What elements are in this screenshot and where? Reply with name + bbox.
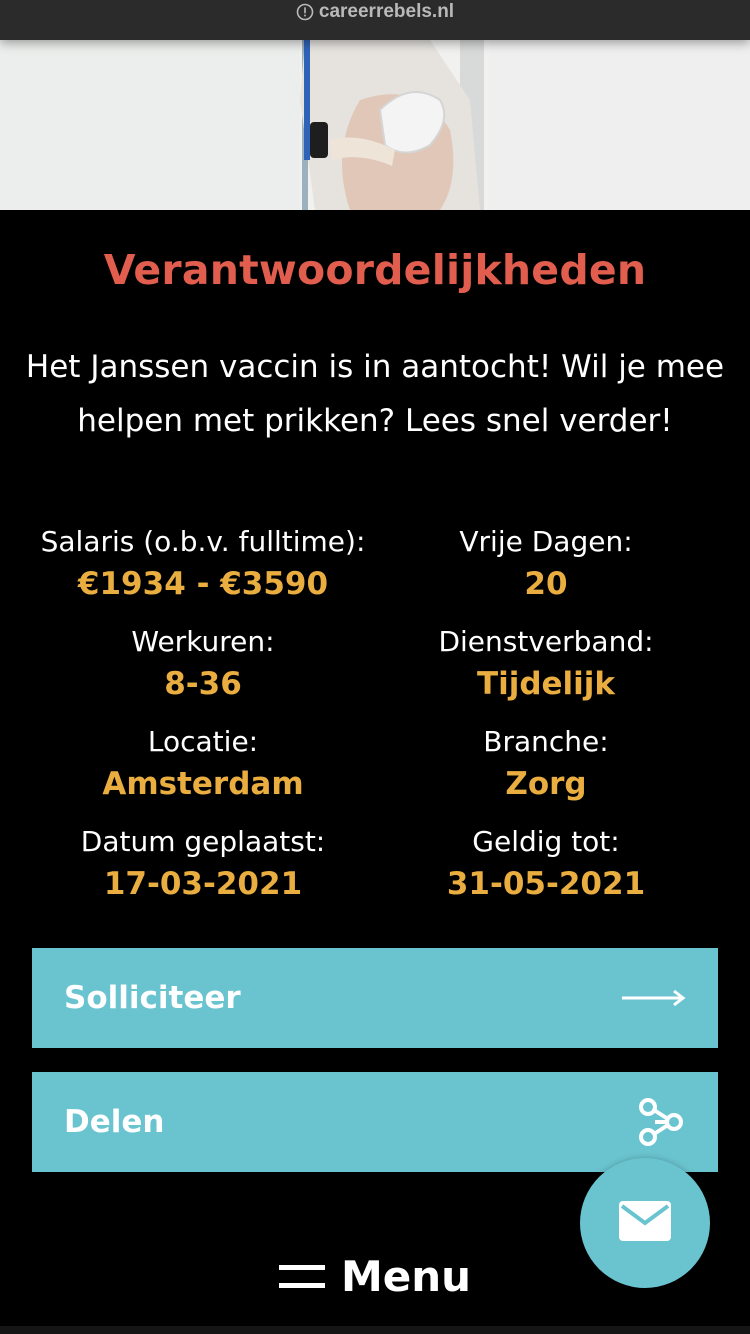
share-button[interactable]: Delen (32, 1072, 718, 1172)
fact-label: Branche: (483, 725, 609, 758)
share-button-label: Delen (64, 1104, 165, 1140)
fact-value: 17-03-2021 (103, 866, 303, 902)
fact-value: 8-36 (164, 666, 242, 702)
fact-value: Zorg (505, 766, 587, 802)
fact-sector: Branche: Zorg (361, 722, 731, 806)
fact-value: Amsterdam (102, 766, 304, 802)
browser-url-bar[interactable]: careerrebels.nl (0, 0, 750, 40)
fact-label: Datum geplaatst: (80, 825, 326, 858)
mail-icon (619, 1201, 671, 1245)
hero-image (0, 40, 750, 210)
fact-value: Tijdelijk (476, 666, 616, 702)
fact-value: 20 (524, 566, 568, 602)
fact-free-days: Vrije Dagen: 20 (361, 522, 731, 606)
fact-label: Salaris (o.b.v. fulltime): (40, 525, 366, 558)
arrow-right-icon (622, 988, 686, 1008)
menu-label: Menu (340, 1251, 472, 1301)
fact-employment-type: Dienstverband: Tijdelijk (361, 622, 731, 706)
apply-button[interactable]: Solliciteer (32, 948, 718, 1048)
bottom-divider (0, 1326, 750, 1334)
fact-label: Werkuren: (131, 625, 275, 658)
job-details-section: Verantwoordelijkheden Het Janssen vaccin… (0, 210, 750, 902)
apply-button-label: Solliciteer (64, 980, 241, 1016)
fact-date-posted: Datum geplaatst: 17-03-2021 (18, 822, 388, 906)
intro-text: Het Janssen vaccin is in aantocht! Wil j… (25, 349, 725, 439)
url-text: careerrebels.nl (318, 1, 455, 22)
share-nodes-icon (636, 1097, 686, 1147)
contact-mail-button[interactable] (580, 1158, 710, 1288)
fact-label: Dienstverband: (438, 625, 654, 658)
fact-label: Locatie: (147, 725, 259, 758)
fact-location: Locatie: Amsterdam (18, 722, 388, 806)
section-title: Verantwoordelijkheden (103, 246, 647, 294)
fact-valid-until: Geldig tot: 31-05-2021 (361, 822, 731, 906)
hamburger-icon (278, 1252, 325, 1301)
fact-value: 31-05-2021 (446, 866, 646, 902)
fact-label: Vrije Dagen: (459, 525, 633, 558)
fact-salary: Salaris (o.b.v. fulltime): €1934 - €3590 (18, 522, 388, 606)
fact-value: €1934 - €3590 (77, 566, 329, 602)
fact-label: Geldig tot: (472, 825, 620, 858)
fact-working-hours: Werkuren: 8-36 (18, 622, 388, 706)
info-circle-icon (296, 3, 314, 21)
